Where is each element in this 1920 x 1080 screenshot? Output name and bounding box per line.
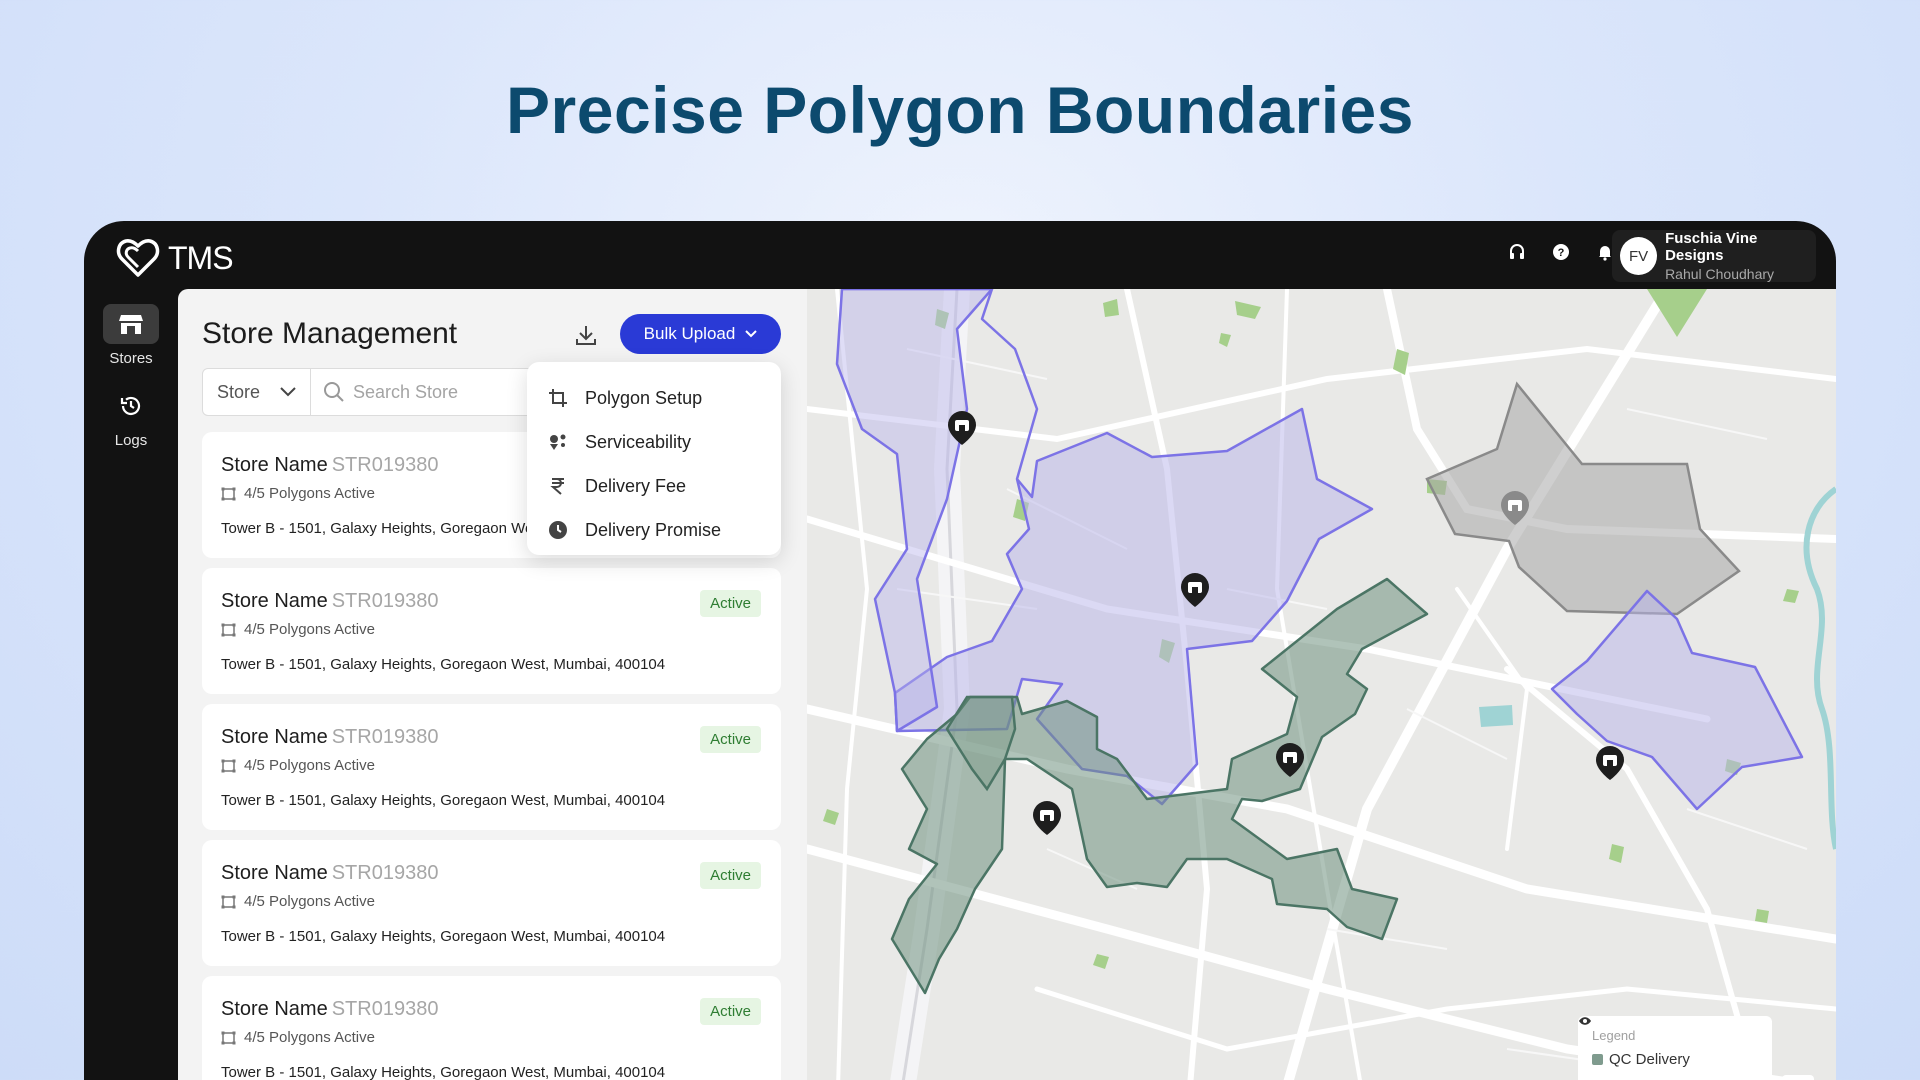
polygon-count: 4/5 Polygons Active [244,893,375,910]
avatar: FV [1620,237,1658,275]
search-input[interactable] [353,381,553,403]
map-legend: Legend QC Delivery [1578,1016,1772,1080]
serviceability-icon [547,431,569,453]
zoom-in-button[interactable]: + [1782,1075,1814,1080]
chevron-down-icon [280,387,296,397]
store-pin-icon[interactable] [1033,801,1061,835]
sidebar: Stores Logs [84,289,178,1080]
rupee-icon [547,475,569,497]
store-name: Store Name [221,590,328,612]
store-address: Tower B - 1501, Galaxy Heights, Goregaon… [221,792,666,809]
hero-title: Precise Polygon Boundaries [506,73,1414,147]
store-pin-icon[interactable] [1596,746,1624,780]
menu-item-serviceability[interactable]: Serviceability [527,420,781,464]
menu-item-polygon-setup[interactable]: Polygon Setup [527,376,781,420]
sidebar-item-logs[interactable]: Logs [84,386,178,449]
polygon-count: 4/5 Polygons Active [244,485,375,502]
history-icon [120,396,141,415]
svg-text:?: ? [1558,247,1565,259]
search-icon [324,382,344,402]
profile-user: Rahul Choudhary [1665,266,1775,282]
store-card[interactable]: Store Name STR019380 4/5 Polygons Active … [202,840,781,966]
legend-title: Legend [1592,1028,1636,1043]
status-badge: Active [700,862,761,889]
brand-name: TMS [168,239,234,276]
store-address: Tower B - 1501, Galaxy Heights, Goregaon… [221,1064,666,1080]
menu-item-label: Serviceability [585,431,692,452]
eye-icon[interactable] [1578,1016,1592,1026]
map-view[interactable]: Legend QC Delivery + [807,289,1836,1080]
filter-type-select[interactable]: Store [203,369,311,415]
sidebar-item-label: Stores [109,350,153,367]
bulk-upload-menu: Polygon Setup Serviceability Delivery Fe… [527,362,781,555]
sidebar-item-stores[interactable]: Stores [84,304,178,367]
store-id: STR019380 [331,454,439,476]
heart-logo-icon [116,239,160,277]
polygon-icon [221,759,236,772]
filter-type-value: Store [217,381,261,402]
chevron-down-icon [745,330,758,338]
polygon-icon [221,1031,236,1044]
store-address: Tower B - 1501, Galaxy Heights, Goregaon… [221,928,666,945]
legend-swatch [1592,1054,1603,1065]
store-name: Store Name [221,862,328,884]
menu-item-label: Polygon Setup [585,387,703,408]
crop-icon [547,387,569,409]
top-bar: TMS ? FV Fuschia Vine Designs Rahul Chou… [84,221,1836,289]
store-name: Store Name [221,998,328,1020]
store-address: Tower B - 1501, Galaxy Heights, Goregaon… [221,656,666,673]
clock-icon [547,519,569,541]
page-title: Store Management [202,317,458,350]
profile-menu[interactable]: FV Fuschia Vine Designs Rahul Choudhary [1612,230,1816,282]
menu-item-delivery-promise[interactable]: Delivery Promise [527,508,781,552]
download-button[interactable] [570,319,602,351]
headset-icon[interactable] [1506,241,1528,263]
map-canvas[interactable] [807,289,1836,1080]
polygon-count: 4/5 Polygons Active [244,757,375,774]
status-badge: Active [700,998,761,1025]
download-icon [576,326,596,345]
store-id: STR019380 [331,998,439,1020]
polygon-icon [221,487,236,500]
legend-label: QC Delivery [1609,1051,1690,1068]
store-icon [119,315,143,334]
sidebar-item-label: Logs [114,432,148,449]
bulk-upload-button[interactable]: Bulk Upload [620,314,781,354]
store-name: Store Name [221,454,328,476]
status-badge: Active [700,726,761,753]
polygon-count: 4/5 Polygons Active [244,1029,375,1046]
store-card[interactable]: Store Name STR019380 4/5 Polygons Active … [202,976,781,1080]
profile-company: Fuschia Vine Designs [1665,230,1758,264]
polygon-icon [221,623,236,636]
app-window: TMS ? FV Fuschia Vine Designs Rahul Chou… [84,221,1836,1080]
menu-item-label: Delivery Promise [585,519,722,540]
store-card[interactable]: Store Name STR019380 4/5 Polygons Active … [202,704,781,830]
bulk-upload-label: Bulk Upload [643,324,736,343]
brand-logo[interactable]: TMS [116,237,234,279]
store-id: STR019380 [331,590,439,612]
store-name: Store Name [221,726,328,748]
menu-item-label: Delivery Fee [585,475,687,496]
store-id: STR019380 [331,862,439,884]
store-card[interactable]: Store Name STR019380 4/5 Polygons Active … [202,568,781,694]
polygon-count: 4/5 Polygons Active [244,621,375,638]
polygon-icon [221,895,236,908]
menu-item-delivery-fee[interactable]: Delivery Fee [527,464,781,508]
legend-item: QC Delivery [1579,1017,1758,1068]
status-badge: Active [700,590,761,617]
store-id: STR019380 [331,726,439,748]
help-icon[interactable]: ? [1550,241,1572,263]
